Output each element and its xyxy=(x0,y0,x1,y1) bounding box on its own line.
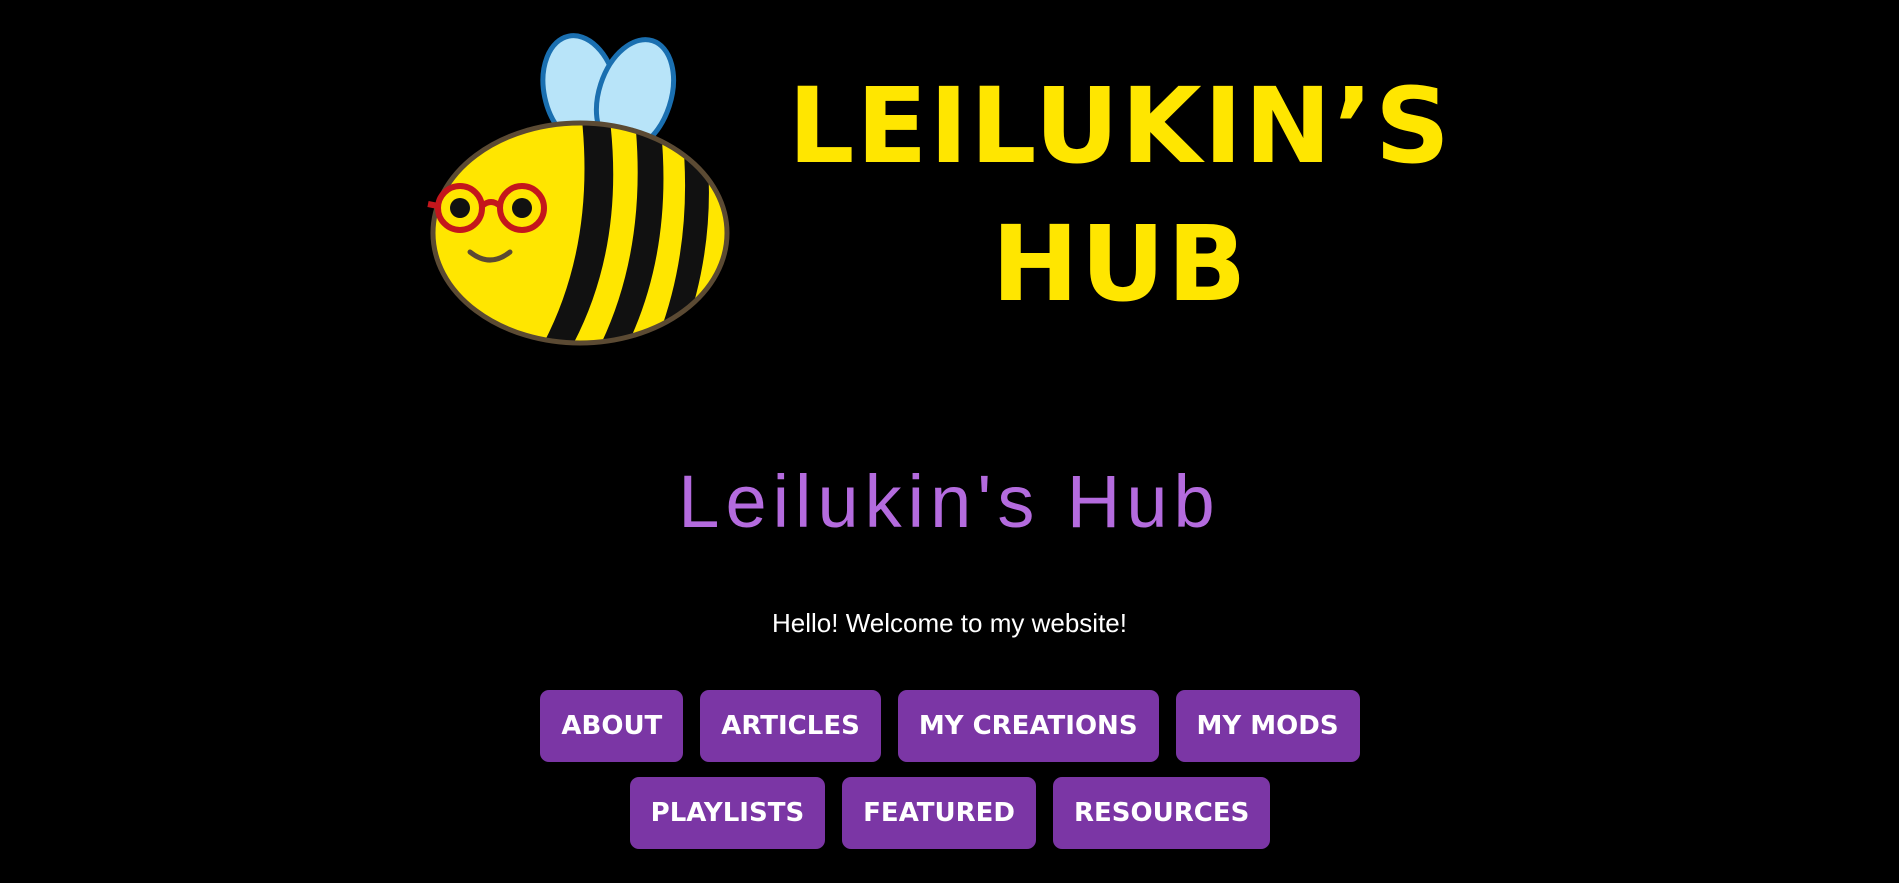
banner-image: LEILUKIN’S HUB xyxy=(427,33,1452,346)
page-title: Leilukin's Hub xyxy=(678,460,1221,543)
nav-about-button[interactable]: ABOUT xyxy=(540,690,684,762)
main-nav: ABOUT ARTICLES MY CREATIONS MY MODS PLAY… xyxy=(440,690,1460,849)
site-banner: LEILUKIN’S HUB xyxy=(420,20,1460,360)
welcome-text: Hello! Welcome to my website! xyxy=(772,608,1127,638)
nav-playlists-button[interactable]: PLAYLISTS xyxy=(629,777,826,849)
logo-line1: LEILUKIN’S xyxy=(788,65,1452,187)
nav-my-creations-button[interactable]: MY CREATIONS xyxy=(897,690,1159,762)
nav-my-mods-button[interactable]: MY MODS xyxy=(1175,690,1360,762)
logo-line2: HUB xyxy=(992,203,1249,325)
nav-resources-button[interactable]: RESOURCES xyxy=(1053,777,1271,849)
nav-articles-button[interactable]: ARTICLES xyxy=(700,690,881,762)
bee-mascot-icon xyxy=(427,33,730,346)
nav-featured-button[interactable]: FEATURED xyxy=(842,777,1037,849)
